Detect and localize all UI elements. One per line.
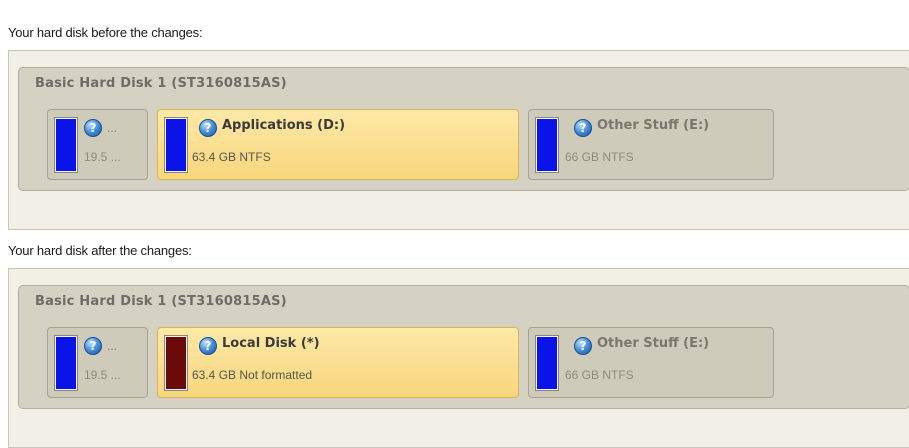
after-partition-2[interactable]: ? Local Disk (*) 63.4 GB Not formatted	[157, 327, 519, 398]
after-disk-panel[interactable]: Basic Hard Disk 1 (ST3160815AS) ? ... 19…	[18, 285, 909, 409]
partition-name: Local Disk (*)	[222, 336, 320, 351]
before-partition-2[interactable]: ? Applications (D:) 63.4 GB NTFS	[157, 109, 519, 180]
before-disk-panel[interactable]: Basic Hard Disk 1 (ST3160815AS) ? ... 19…	[18, 67, 909, 191]
before-disk-title: Basic Hard Disk 1 (ST3160815AS)	[35, 76, 287, 91]
question-mark-icon: ?	[199, 119, 217, 137]
partition-usage-bar	[165, 336, 187, 390]
partition-name: Other Stuff (E:)	[597, 118, 710, 133]
question-mark-icon: ?	[84, 337, 102, 355]
partition-usage-bar	[55, 118, 77, 172]
after-partition-3[interactable]: ? Other Stuff (E:) 66 GB NTFS	[528, 327, 774, 398]
after-partition-1[interactable]: ? ... 19.5 ...	[47, 327, 148, 398]
question-mark-icon: ?	[574, 337, 592, 355]
partition-name: ...	[107, 339, 118, 353]
partition-name: Applications (D:)	[222, 118, 346, 133]
question-mark-icon: ?	[84, 119, 102, 137]
partition-info: 63.4 GB NTFS	[192, 150, 271, 164]
partition-usage-bar	[165, 118, 187, 172]
question-mark-icon: ?	[574, 119, 592, 137]
partition-info: 63.4 GB Not formatted	[192, 368, 313, 382]
after-disk-title: Basic Hard Disk 1 (ST3160815AS)	[35, 294, 287, 309]
partition-usage-bar	[536, 118, 558, 172]
partition-info: 19.5 ...	[84, 150, 121, 164]
after-changes-heading: Your hard disk after the changes:	[8, 243, 192, 258]
partition-name: ...	[107, 121, 118, 135]
before-changes-heading: Your hard disk before the changes:	[8, 25, 203, 40]
before-partition-1[interactable]: ? ... 19.5 ...	[47, 109, 148, 180]
before-partition-3[interactable]: ? Other Stuff (E:) 66 GB NTFS	[528, 109, 774, 180]
partition-info: 66 GB NTFS	[565, 150, 634, 164]
partition-info: 66 GB NTFS	[565, 368, 634, 382]
before-changes-frame: Basic Hard Disk 1 (ST3160815AS) ? ... 19…	[8, 50, 909, 230]
after-changes-frame: Basic Hard Disk 1 (ST3160815AS) ? ... 19…	[8, 268, 909, 448]
partition-usage-bar	[55, 336, 77, 390]
partition-info: 19.5 ...	[84, 368, 121, 382]
question-mark-icon: ?	[199, 337, 217, 355]
partition-name: Other Stuff (E:)	[597, 336, 710, 351]
partition-usage-bar	[536, 336, 558, 390]
